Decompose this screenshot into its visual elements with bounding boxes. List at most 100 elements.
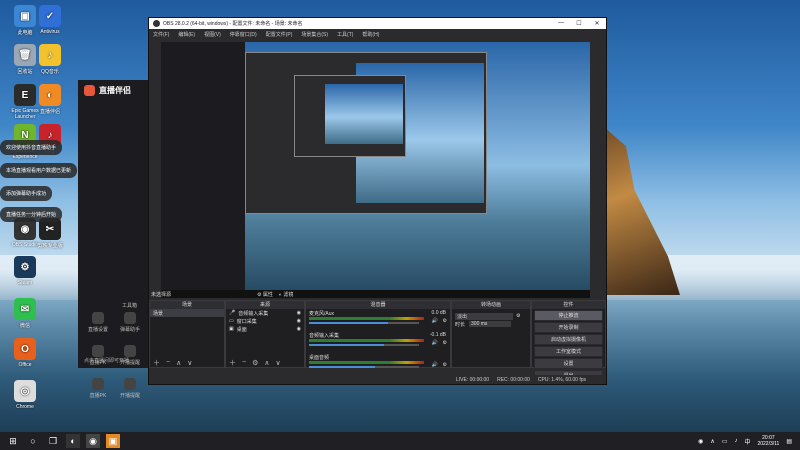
- controls-header: 控件: [532, 301, 605, 309]
- speaker-icon[interactable]: 🔊: [432, 362, 438, 368]
- sources-header: 来源: [226, 301, 304, 309]
- source-item[interactable]: ▣ 桌面 ◉: [226, 325, 304, 333]
- source-item[interactable]: 🎤 音频输入采集 ◉: [226, 309, 304, 317]
- visibility-icon[interactable]: ◉: [297, 310, 301, 316]
- notification-icon[interactable]: ▤: [786, 438, 792, 445]
- control-button[interactable]: 设置: [534, 358, 603, 369]
- notification-bubble[interactable]: 本场直播观看用户数据已更新: [0, 163, 78, 178]
- remove-icon[interactable]: −: [166, 359, 170, 366]
- add-icon[interactable]: ＋: [153, 358, 160, 368]
- remove-icon[interactable]: −: [242, 359, 246, 366]
- app-icon: ♪: [39, 44, 61, 66]
- notification-bubble[interactable]: 欢迎使用抖音直播助手: [0, 140, 63, 155]
- gear-icon[interactable]: ⚙: [443, 318, 447, 324]
- nested-preview-2: [325, 84, 403, 144]
- app-icon: ◎: [14, 380, 36, 402]
- duration-input[interactable]: 300 ms: [469, 321, 512, 327]
- desktop-icon[interactable]: ♪ QQ音乐: [30, 44, 70, 75]
- transition-gear-icon[interactable]: ⚙: [516, 313, 520, 319]
- properties-button[interactable]: ⚙ 属性: [257, 291, 273, 298]
- mixer-channel: 音频输入采集 -0.1 dB 🔊 ⚙: [306, 331, 450, 353]
- tile-label: 直播PK: [89, 393, 107, 399]
- close-icon[interactable]: ✕: [588, 20, 606, 27]
- volume-meter: [309, 317, 424, 320]
- tray-app-icon[interactable]: ◉: [698, 438, 703, 445]
- system-tray: ◉ ∧ ▭ ♪ 中 20:07 2022/3/11 ▤: [698, 435, 800, 447]
- task-view-icon[interactable]: ❐: [46, 434, 60, 448]
- menu-item[interactable]: 配置文件(P): [266, 31, 293, 38]
- mixer-channel: 麦克风/Aux 0.0 dB 🔊 ⚙: [306, 309, 450, 331]
- live-app-panel: 直播伴侣 工具箱 直播设置 弹幕助手 直播PK 开播提醒 直播PK 开播提醒 点击直播间即…: [78, 80, 150, 399]
- gear-icon[interactable]: ⚙: [443, 340, 447, 346]
- menu-item[interactable]: 视图(V): [204, 31, 221, 38]
- control-button[interactable]: 开始录制: [534, 322, 603, 333]
- live-app-logo: 直播伴侣: [78, 80, 150, 100]
- control-button[interactable]: 工作室模式: [534, 346, 603, 357]
- search-icon[interactable]: ○: [26, 434, 40, 448]
- desktop-icon[interactable]: ⚙ Steam: [5, 256, 45, 286]
- desktop-icon[interactable]: ✓ Antivirus: [30, 5, 70, 35]
- desktop-icon[interactable]: O Office: [5, 338, 45, 368]
- menu-item[interactable]: 文件(F): [153, 31, 169, 38]
- volume-slider[interactable]: [309, 322, 419, 324]
- add-icon[interactable]: ＋: [229, 358, 236, 368]
- control-button[interactable]: 启动虚拟摄像机: [534, 334, 603, 345]
- menu-item[interactable]: 编辑(E): [178, 31, 195, 38]
- menu-item[interactable]: 场景集合(S): [301, 31, 328, 38]
- up-icon[interactable]: ∧: [176, 359, 181, 367]
- visibility-icon[interactable]: ◉: [297, 326, 301, 332]
- minimize-icon[interactable]: —: [552, 20, 570, 27]
- desktop-icon-label: Antivirus: [40, 29, 60, 35]
- notification-bubble[interactable]: 直播任务一分钟后开始: [0, 207, 63, 222]
- maximize-icon[interactable]: ☐: [570, 20, 588, 27]
- filters-button[interactable]: ◐ 滤镜: [279, 291, 293, 298]
- taskbar-obs-icon[interactable]: ◉: [86, 434, 100, 448]
- desktop-icon[interactable]: ✉ 微信: [5, 298, 45, 329]
- taskbar-app-icon[interactable]: ▣: [106, 434, 120, 448]
- volume-icon[interactable]: ♪: [734, 438, 737, 444]
- live-app-tile[interactable]: 直播设置: [82, 312, 114, 333]
- volume-slider[interactable]: [309, 366, 419, 368]
- desktop-icon[interactable]: ◎ Chrome: [5, 380, 45, 410]
- volume-slider[interactable]: [309, 344, 419, 346]
- control-button[interactable]: 停止推流: [534, 310, 603, 321]
- gear-icon[interactable]: ⚙: [443, 362, 447, 368]
- taskbar-clock[interactable]: 20:07 2022/3/11: [757, 435, 779, 447]
- live-app-tile[interactable]: 弹幕助手: [114, 312, 146, 333]
- menu-item[interactable]: 停靠窗口(D): [230, 31, 257, 38]
- chevron-up-icon[interactable]: ∧: [710, 438, 714, 445]
- source-type-icon: ▭: [229, 318, 234, 324]
- source-toolbar: 未选择源 ⚙ 属性 ◐ 滤镜: [151, 290, 591, 299]
- notification-bubble[interactable]: 添加弹幕助手成功: [0, 186, 53, 201]
- scene-item[interactable]: 场景: [150, 309, 224, 317]
- speaker-icon[interactable]: 🔊: [432, 318, 438, 324]
- tile-icon: [92, 345, 104, 357]
- input-method-icon[interactable]: 中: [744, 437, 750, 446]
- taskbar-live-app-icon[interactable]: ◐: [66, 434, 80, 448]
- desktop-icon-label: 剪映专业版: [37, 243, 63, 249]
- transition-select[interactable]: 淡出: [455, 312, 513, 320]
- network-icon[interactable]: ▭: [722, 438, 728, 445]
- live-app-tile[interactable]: 直播PK: [82, 378, 114, 399]
- visibility-icon[interactable]: ◉: [297, 318, 301, 324]
- speaker-icon[interactable]: 🔊: [432, 340, 438, 346]
- windows-start-icon[interactable]: ⊞: [6, 434, 20, 448]
- desktop-icon[interactable]: ◐ 直播伴侣: [30, 84, 70, 115]
- down-icon[interactable]: ∨: [276, 359, 281, 367]
- menu-item[interactable]: 工具(T): [337, 31, 353, 38]
- desktop-icon[interactable]: ✂ 剪映专业版: [30, 218, 70, 249]
- live-app-tile[interactable]: 开播提醒: [114, 378, 146, 399]
- no-source-label: 未选择源: [151, 292, 172, 298]
- gear-icon[interactable]: ⚙: [252, 359, 258, 367]
- up-icon[interactable]: ∧: [264, 359, 269, 367]
- obs-menubar: 文件(F) 编辑(E) 视图(V) 停靠窗口(D) 配置文件(P) 场景集合(S) 工具(T…: [149, 29, 606, 39]
- app-icon: O: [14, 338, 36, 360]
- live-app-tab-label[interactable]: 工具箱: [122, 302, 137, 309]
- clock-date: 2022/3/11: [757, 441, 780, 447]
- obs-preview[interactable]: [161, 42, 590, 298]
- down-icon[interactable]: ∨: [187, 359, 192, 367]
- live-app-footer[interactable]: 点击直播间即可开播: [84, 357, 129, 364]
- menu-item[interactable]: 帮助(H): [362, 31, 379, 38]
- source-item[interactable]: ▭ 窗口采集 ◉: [226, 317, 304, 325]
- channel-db: 0.0 dB: [431, 310, 446, 316]
